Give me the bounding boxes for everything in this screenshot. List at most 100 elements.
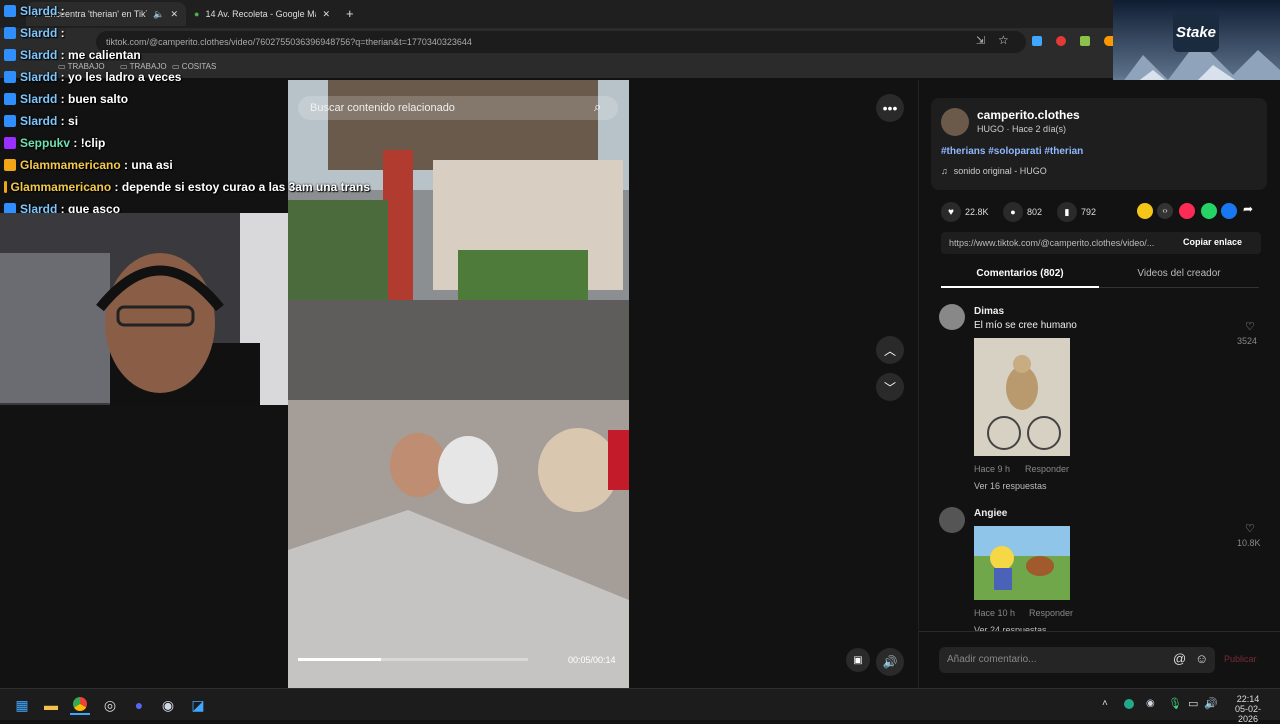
volume-icon[interactable]: 🔊 xyxy=(1204,697,1218,710)
tab-comments[interactable]: Comentarios (802) xyxy=(941,262,1099,288)
comment-count: 802 xyxy=(1027,207,1043,217)
chat-message: Slardd : si xyxy=(0,110,370,132)
chat-badge-icon xyxy=(4,27,16,39)
comment-image-homer-dog[interactable] xyxy=(974,526,1070,600)
chat-message: Glammamericano : una asi xyxy=(0,154,370,176)
tab-creator-videos[interactable]: Videos del creador xyxy=(1099,262,1259,288)
chat-text: yo les ladro a veces xyxy=(68,70,182,84)
chevron-down-icon[interactable]: ﹀ xyxy=(876,373,904,401)
creator-subtitle: HUGO · Hace 2 día(s) xyxy=(977,124,1067,134)
microphone-icon[interactable]: 🎙 xyxy=(1168,697,1182,710)
chat-badge-icon xyxy=(4,71,16,83)
streamer-webcam xyxy=(0,213,288,405)
discord-icon[interactable]: ● xyxy=(129,695,149,715)
chat-separator: : xyxy=(57,26,69,40)
chat-badge-icon xyxy=(4,181,7,193)
chat-message: Slardd : buen salto xyxy=(0,88,370,110)
star-icon[interactable]: ☆ xyxy=(998,33,1009,47)
chat-message: Slardd : xyxy=(0,0,370,22)
creator-card: camperito.clothes HUGO · Hace 2 día(s) #… xyxy=(931,98,1267,190)
comment-input[interactable]: Añadir comentario... @ ☺ xyxy=(939,647,1215,673)
whatsapp-icon[interactable] xyxy=(1201,203,1217,219)
chat-text: me calientan xyxy=(68,48,141,62)
chevron-up-icon[interactable]: ︿ xyxy=(876,336,904,364)
comment-button[interactable]: ● 802 xyxy=(1003,202,1042,222)
heart-outline-icon[interactable]: ♡ xyxy=(1245,522,1255,535)
app-icon[interactable]: ◪ xyxy=(188,695,208,715)
send-icon[interactable] xyxy=(1179,203,1195,219)
comment-time: Hace 9 h xyxy=(974,464,1011,474)
volume-icon[interactable]: 🔊 xyxy=(876,648,904,676)
file-explorer-icon[interactable]: ▬ xyxy=(41,695,61,715)
chat-text: si xyxy=(68,114,79,128)
heart-icon: ♥ xyxy=(941,202,961,222)
view-replies-button[interactable]: Ver 16 respuestas xyxy=(974,481,1047,491)
creator-username[interactable]: camperito.clothes xyxy=(977,108,1080,122)
comment-author[interactable]: Angiee xyxy=(974,508,1007,519)
chat-message: Glammamericano : depende si estoy curao … xyxy=(0,176,370,198)
sound-link[interactable]: ♫ sonido original - HUGO xyxy=(941,166,1047,176)
clock-date: 05-02-2026 xyxy=(1234,704,1261,724)
chat-badge-icon xyxy=(4,5,16,17)
extension-icon[interactable] xyxy=(1104,36,1113,46)
chat-text: una asi xyxy=(131,158,173,172)
steam-tray-icon[interactable]: ◉ xyxy=(1146,698,1155,709)
chat-badge-icon xyxy=(4,137,16,149)
extension-icon[interactable] xyxy=(1080,36,1090,46)
comment-like-count: 3524 xyxy=(1237,336,1258,346)
pip-icon[interactable]: ▣ xyxy=(846,648,870,672)
extension-icon[interactable] xyxy=(1056,36,1066,46)
install-app-icon[interactable]: ⇲ xyxy=(976,34,985,47)
windows-start-icon[interactable]: ▦ xyxy=(12,695,32,715)
chat-username: Slardd xyxy=(20,114,58,128)
tray-app-icon[interactable] xyxy=(1124,699,1134,709)
video-progress-track[interactable] xyxy=(298,658,528,661)
chat-username: Glammamericano xyxy=(20,158,121,172)
embed-icon[interactable]: ‹› xyxy=(1157,203,1173,219)
save-button[interactable]: ▮ 792 xyxy=(1057,202,1096,222)
chat-message: Slardd : me calientan xyxy=(0,44,370,66)
share-icon[interactable] xyxy=(1137,203,1153,219)
search-icon[interactable]: ⌕ xyxy=(594,99,601,115)
chrome-icon[interactable] xyxy=(70,695,90,715)
share-link[interactable]: https://www.tiktok.com/@camperito.clothe… xyxy=(949,238,1174,248)
more-options-icon[interactable]: ••• xyxy=(876,94,904,122)
video-time: 00:05/00:14 xyxy=(568,655,616,665)
chat-username: Seppukv xyxy=(20,136,71,150)
chat-separator: : xyxy=(120,158,132,172)
heart-outline-icon[interactable]: ♡ xyxy=(1245,320,1255,333)
chat-username: Slardd xyxy=(20,26,58,40)
stream-chat: Slardd : Slardd : Slardd : me calientan S… xyxy=(0,0,370,216)
facebook-icon[interactable] xyxy=(1221,203,1237,219)
chat-separator: : xyxy=(57,4,69,18)
comment-image-therian-bike[interactable] xyxy=(974,338,1070,456)
obs-icon[interactable]: ◎ xyxy=(100,695,120,715)
copy-link-button[interactable]: Copiar enlace xyxy=(1183,237,1242,247)
avatar[interactable] xyxy=(939,304,965,330)
hashtags[interactable]: #therians #soloparati #therian xyxy=(941,146,1083,157)
sound-label: sonido original - HUGO xyxy=(953,166,1047,176)
steam-icon[interactable]: ◉ xyxy=(158,695,178,715)
comment-like-count: 10.8K xyxy=(1237,538,1261,548)
like-button[interactable]: ♥ 22.8K xyxy=(941,202,989,222)
chat-separator: : xyxy=(57,114,69,128)
chat-separator: : xyxy=(70,136,81,150)
post-comment-button[interactable]: Publicar xyxy=(1224,654,1257,664)
chat-separator: : xyxy=(57,70,69,84)
avatar[interactable] xyxy=(939,507,965,533)
chat-separator: : xyxy=(57,48,69,62)
network-icon[interactable]: ▭ xyxy=(1188,697,1198,710)
share-arrow-icon[interactable]: ➦ xyxy=(1243,202,1253,216)
chevron-up-icon[interactable]: ˄ xyxy=(1102,698,1108,709)
emoji-icon[interactable]: ☺ xyxy=(1195,651,1208,666)
video-progress-fill xyxy=(298,658,381,661)
stake-logo: Stake xyxy=(1175,23,1217,41)
comment-placeholder: Añadir comentario... xyxy=(947,654,1037,665)
chat-badge-icon xyxy=(4,93,16,105)
reply-button[interactable]: Responder xyxy=(1029,608,1073,618)
mention-icon[interactable]: @ xyxy=(1173,651,1186,666)
extension-icon[interactable] xyxy=(1032,36,1042,46)
avatar[interactable] xyxy=(941,108,969,136)
reply-button[interactable]: Responder xyxy=(1025,464,1069,474)
comment-author[interactable]: Dimas xyxy=(974,306,1004,317)
